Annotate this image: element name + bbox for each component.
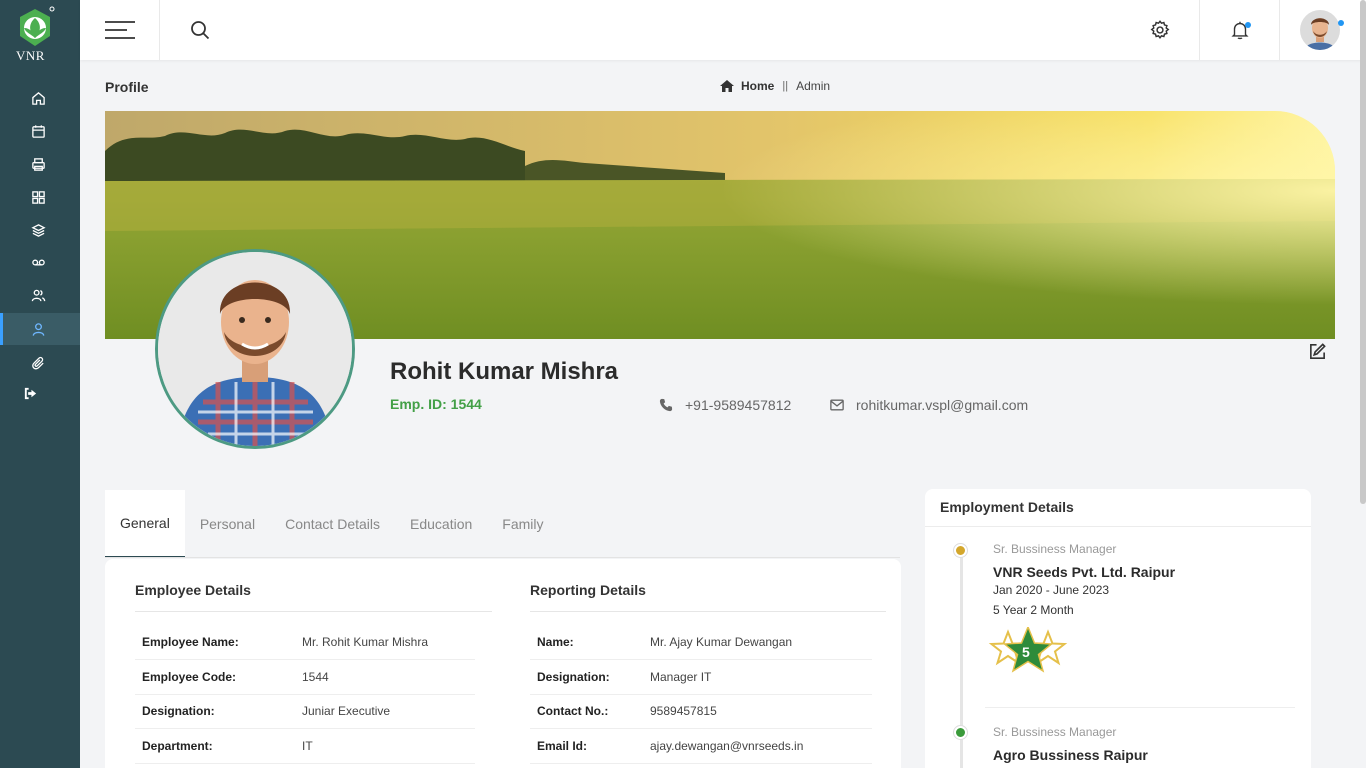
printer-icon [31, 157, 45, 171]
sidebar-item-home[interactable] [0, 82, 80, 114]
field-value: Mr. Ajay Kumar Dewangan [650, 635, 793, 649]
online-status-dot [1338, 20, 1344, 26]
field-value: IT [302, 739, 313, 753]
email-address[interactable]: rohitkumar.vspl@gmail.com [856, 397, 1028, 413]
field-label: Employee Code: [142, 670, 237, 684]
hamburger-icon [105, 21, 135, 39]
job-dates: Jan 2020 - June 2023 [993, 583, 1110, 597]
field-value: 1544 [302, 670, 329, 684]
job-company: Agro Bussiness Raipur [993, 747, 1148, 763]
job-role: Sr. Bussiness Manager [993, 542, 1117, 556]
job-company: VNR Seeds Pvt. Ltd. Raipur [993, 564, 1176, 580]
sidebar-item-profile[interactable] [0, 313, 80, 345]
table-row: Contact No.: 9589457815 [530, 694, 872, 729]
field-label: Department: [142, 739, 213, 753]
page-title: Profile [105, 79, 149, 95]
employee-details-title: Employee Details [135, 582, 251, 598]
table-row: Designation: Juniar Executive [135, 694, 475, 729]
user-icon [32, 322, 44, 336]
field-label: Designation: [142, 704, 215, 718]
employee-id: Emp. ID: 1544 [390, 396, 482, 412]
notification-dot [1245, 22, 1251, 28]
grid-icon [31, 190, 45, 204]
tab-personal[interactable]: Personal [185, 490, 270, 558]
table-row: Employee Name: Mr. Rohit Kumar Mishra [135, 625, 475, 660]
menu-toggle-button[interactable] [80, 0, 160, 60]
sidebar: VNR [0, 0, 80, 768]
home-icon [720, 80, 734, 92]
paperclip-icon [31, 356, 44, 369]
profile-tabs: General Personal Contact Details Educati… [105, 490, 559, 558]
tabs-divider [105, 557, 900, 558]
breadcrumb-separator: || [782, 80, 789, 92]
sidebar-item-layers[interactable] [0, 214, 80, 246]
tab-family[interactable]: Family [487, 490, 558, 558]
table-row: Designation: Manager IT [530, 660, 872, 695]
experience-star-badge: 5 [987, 625, 1069, 681]
settings-button[interactable] [1120, 0, 1200, 60]
phone-contact: +91-9589457812 [659, 397, 791, 413]
avatar [1300, 10, 1340, 50]
edit-icon[interactable] [1308, 342, 1327, 361]
sidebar-item-logout[interactable] [0, 377, 80, 409]
job-role: Sr. Bussiness Manager [993, 725, 1117, 739]
search-icon [191, 21, 210, 40]
timeline-dot [954, 726, 967, 739]
breadcrumb-current: Admin [796, 79, 831, 93]
phone-icon [659, 398, 673, 412]
timeline-dot [954, 544, 967, 557]
sidebar-item-calendar[interactable] [0, 115, 80, 147]
employee-name: Rohit Kumar Mishra [390, 358, 619, 385]
profile-photo [155, 249, 355, 449]
home-icon [31, 91, 45, 105]
table-row: Email Id: ajay.dewangan@vnrseeds.in [530, 729, 872, 764]
breadcrumb: Home || Admin [720, 79, 830, 93]
field-value[interactable]: ajay.dewangan@vnrseeds.in [650, 739, 803, 753]
logo-text: VNR [16, 48, 45, 63]
general-details-card: Employee Details Employee Name: Mr. Rohi… [105, 559, 901, 768]
search-button[interactable] [160, 0, 240, 60]
tab-education[interactable]: Education [395, 490, 487, 558]
reporting-details-title: Reporting Details [530, 582, 646, 598]
user-menu-button[interactable] [1280, 0, 1360, 60]
field-label: Email Id: [537, 739, 588, 753]
employment-details-title: Employment Details [940, 499, 1074, 515]
voicemail-icon [31, 259, 45, 265]
timeline-divider [985, 707, 1295, 708]
mail-icon [830, 399, 844, 411]
job-duration: 5 Year 2 Month [993, 603, 1074, 617]
sidebar-item-voicemail[interactable] [0, 246, 80, 278]
field-label: Name: [537, 635, 574, 649]
field-value: Manager IT [650, 670, 712, 684]
profile-avatar-image [158, 252, 352, 446]
field-value: Juniar Executive [302, 704, 391, 718]
field-value: Mr. Rohit Kumar Mishra [302, 635, 429, 649]
table-row: Name: Mr. Ajay Kumar Dewangan [530, 625, 872, 660]
notifications-button[interactable] [1200, 0, 1280, 60]
field-label: Contact No.: [537, 704, 609, 718]
badge-number: 5 [1022, 644, 1030, 660]
page-scrollbar[interactable] [1360, 0, 1366, 504]
employment-details-card: Employment Details Sr. Bussiness Manager… [925, 489, 1311, 768]
sidebar-item-grid[interactable] [0, 181, 80, 213]
calendar-icon [31, 124, 45, 138]
sidebar-item-print[interactable] [0, 148, 80, 180]
logout-icon [24, 387, 36, 399]
phone-number[interactable]: +91-9589457812 [685, 397, 791, 413]
field-value: 9589457815 [650, 704, 717, 718]
email-contact: rohitkumar.vspl@gmail.com [830, 397, 1028, 413]
tab-contact-details[interactable]: Contact Details [270, 490, 395, 558]
layers-icon [30, 223, 46, 237]
top-bar [80, 0, 1366, 60]
breadcrumb-home-link[interactable]: Home [741, 79, 774, 93]
tab-general[interactable]: General [105, 490, 185, 558]
field-label: Employee Name: [142, 635, 239, 649]
table-row: Department: IT [135, 729, 475, 764]
users-icon [31, 289, 45, 301]
gear-icon [1150, 20, 1170, 40]
field-label: Designation: [537, 670, 610, 684]
table-row: Employee Code: 1544 [135, 660, 475, 695]
sidebar-item-attachments[interactable] [0, 347, 80, 379]
sidebar-item-users[interactable] [0, 279, 80, 311]
